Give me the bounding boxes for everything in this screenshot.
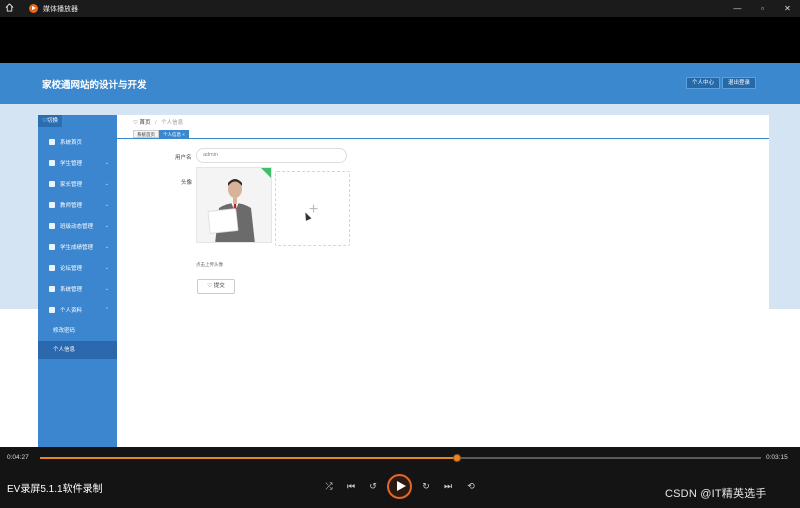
breadcrumb-home-icon: ♡ (133, 120, 138, 126)
previous-icon[interactable]: ⏮ (345, 481, 357, 492)
sidebar-item-label: 教师管理 (60, 202, 83, 209)
sidebar-item-profile[interactable]: 个人资料 ⌃ (38, 299, 117, 320)
chevron-down-icon: ⌄ (104, 201, 109, 208)
user-icon (49, 159, 55, 166)
rewind-icon[interactable]: ↺ (367, 481, 379, 492)
home-icon[interactable] (5, 3, 17, 14)
sidebar-item-label: 系统管理 (60, 286, 83, 293)
breadcrumb-home[interactable]: 首页 (139, 120, 150, 126)
sidebar-item-label: 学生成绩管理 (60, 244, 94, 251)
play-button[interactable] (387, 474, 412, 499)
site-title: 家校通网站的设计与开发 (42, 80, 147, 91)
chevron-up-icon: ⌃ (104, 306, 109, 313)
sidebar-item-label: 班级动态管理 (60, 223, 94, 230)
main-content: ♡ 首页 / 个人信息 系统首页 个人信息 × 用户名 admin 头像 + 点… (117, 115, 769, 447)
sidebar-subitem-personal-info[interactable]: 个人信息 (38, 341, 117, 359)
tab-personal-info[interactable]: 个人信息 × (159, 130, 189, 138)
grid-icon (49, 201, 55, 208)
minimize-icon[interactable]: — (725, 0, 750, 17)
sidebar-toggle-button[interactable]: ♡切换 (38, 115, 62, 127)
shuffle-icon[interactable]: ⤮ (323, 481, 335, 492)
breadcrumb-current: 个人信息 (161, 120, 184, 126)
seek-bar-progress (40, 457, 457, 459)
sidebar: ♡切换 系统首页 学生管理 ⌄ 家长管理 ⌄ 教师管理 ⌄ 班级动态管理 ⌄ 学… (38, 115, 117, 447)
chevron-down-icon: ⌄ (104, 264, 109, 271)
sidebar-item-home[interactable]: 系统首页 (38, 131, 117, 152)
sidebar-item-label: 论坛管理 (60, 265, 83, 272)
player-title-bar: 媒体播放器 — ▫ ✕ (0, 0, 800, 17)
chevron-down-icon: ⌄ (104, 243, 109, 250)
sidebar-item-label: 家长管理 (60, 181, 83, 188)
avatar-image[interactable] (196, 167, 272, 243)
total-time: 0:03:15 (766, 454, 788, 461)
sidebar-item-students[interactable]: 学生管理 ⌄ (38, 152, 117, 173)
grid-icon (49, 180, 55, 187)
recorded-web-page: 家校通网站的设计与开发 个人中心 退出登录 ♡切换 系统首页 学生管理 ⌄ 家长… (0, 63, 800, 447)
chart-icon (49, 285, 55, 292)
tab-bar: 系统首页 个人信息 × (117, 128, 769, 139)
chevron-down-icon: ⌄ (104, 180, 109, 187)
sidebar-item-system[interactable]: 系统管理 ⌄ (38, 278, 117, 299)
sidebar-item-teachers[interactable]: 教师管理 ⌄ (38, 194, 117, 215)
sidebar-item-forum[interactable]: 论坛管理 ⌄ (38, 257, 117, 278)
elapsed-time: 0:04:27 (7, 454, 29, 461)
avatar-photo (197, 168, 271, 242)
avatar-upload-box[interactable]: + (275, 171, 350, 246)
recorder-brand: EV录屏5.1.1软件录制 (7, 484, 103, 495)
repeat-off-icon[interactable]: ⟲ (465, 481, 477, 492)
breadcrumb-separator: / (155, 120, 157, 126)
username-field[interactable]: admin (196, 148, 347, 163)
player-controls: 0:04:27 0:03:15 EV录屏5.1.1软件录制 ⤮ ⏮ ↺ ↻ ⏭ … (0, 447, 800, 508)
chevron-down-icon: ⌄ (104, 159, 109, 166)
tab-home[interactable]: 系统首页 (133, 130, 159, 138)
site-header: 家校通网站的设计与开发 个人中心 退出登录 (0, 63, 800, 104)
forward-icon[interactable]: ↻ (420, 481, 432, 492)
next-icon[interactable]: ⏭ (442, 481, 454, 492)
home-icon (49, 138, 55, 145)
sidebar-item-grades[interactable]: 学生成绩管理 ⌄ (38, 236, 117, 257)
check-badge-icon (261, 168, 271, 178)
doc-icon (49, 306, 55, 313)
sidebar-item-label: 系统首页 (60, 139, 83, 146)
breadcrumb: ♡ 首页 / 个人信息 (133, 118, 183, 126)
seek-bar-handle[interactable] (452, 454, 461, 462)
maximize-icon[interactable]: ▫ (750, 0, 775, 17)
sidebar-subitem-change-password[interactable]: 修改密码 (38, 322, 117, 340)
sidebar-item-label: 个人资料 (60, 307, 83, 314)
submit-button[interactable]: ♡ 提交 (197, 279, 235, 294)
window-controls: — ▫ ✕ (725, 0, 800, 17)
avatar-label: 头像 (181, 180, 193, 186)
sidebar-item-class-news[interactable]: 班级动态管理 ⌄ (38, 215, 117, 236)
chat-icon (49, 264, 55, 271)
close-icon[interactable]: ✕ (775, 0, 800, 17)
csdn-watermark: CSDN @IT精英选手 (665, 488, 767, 500)
grid-icon (49, 243, 55, 250)
chevron-down-icon: ⌄ (104, 222, 109, 229)
player-logo-icon (29, 4, 38, 13)
logout-button[interactable]: 退出登录 (722, 77, 757, 89)
sidebar-item-label: 学生管理 (60, 160, 83, 167)
chevron-down-icon: ⌄ (104, 285, 109, 292)
grid-icon (49, 222, 55, 229)
seek-bar[interactable] (40, 454, 761, 462)
personal-center-button[interactable]: 个人中心 (686, 77, 721, 89)
username-label: 用户名 (175, 155, 192, 161)
sidebar-item-parents[interactable]: 家长管理 ⌄ (38, 173, 117, 194)
player-title: 媒体播放器 (43, 5, 78, 13)
plus-icon: + (308, 201, 319, 218)
upload-hint: 点击上传头像 (196, 262, 223, 267)
